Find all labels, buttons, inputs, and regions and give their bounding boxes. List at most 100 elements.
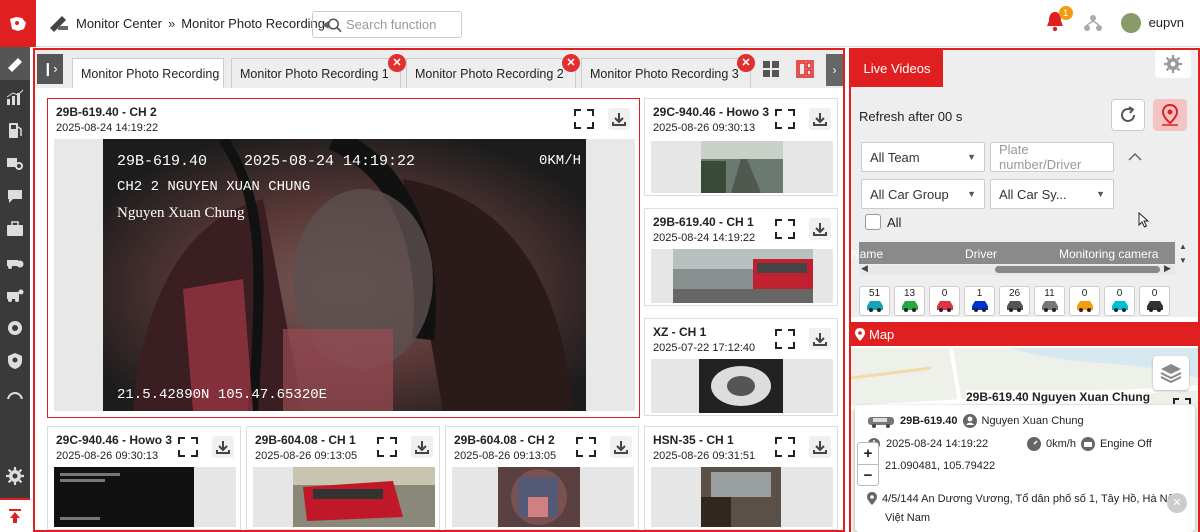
scroll-left-icon[interactable]: ◀ [861,263,868,274]
tab-live-videos[interactable]: Live Videos [851,50,943,87]
fullscreen-icon[interactable] [775,329,795,349]
zoom-in-button[interactable]: + [858,443,878,464]
status-filter-button[interactable]: 0 [1139,286,1170,316]
sidebar-item-security[interactable] [0,344,30,377]
camera-tile[interactable]: XZ - CH 1 2025-07-22 17:12:40 [644,318,838,416]
location-button[interactable] [1153,99,1187,131]
fullscreen-icon[interactable] [775,437,795,457]
download-button[interactable] [212,436,234,458]
close-info-button[interactable]: ✕ [1167,493,1187,513]
sidebar-item-reports[interactable] [0,80,30,113]
sidebar-toggle-button[interactable]: ❙› [37,54,63,84]
all-checkbox[interactable]: All [865,214,901,230]
close-tab-2-button[interactable]: ✕ [562,54,580,72]
focus-layout-button[interactable] [794,58,816,80]
download-button[interactable] [809,218,831,240]
tab-photo-recording-2[interactable]: Monitor Photo Recording 2 [406,58,576,88]
download-button[interactable] [809,108,831,130]
sidebar-item-monitor[interactable] [0,47,30,80]
map-layers-button[interactable] [1153,356,1189,390]
map-view[interactable]: 29B-619.40 Nguyen Xuan Chung 29B-619.40 … [851,348,1198,532]
notification-button[interactable]: 1 [1045,6,1073,35]
status-filter-button[interactable]: 1 [964,286,995,316]
camera-tile[interactable]: HSN-35 - CH 1 2025-08-26 09:31:51 [644,426,838,530]
panel-settings-button[interactable] [1155,50,1191,78]
camera-tile[interactable]: 29B-604.08 - CH 1 2025-08-26 09:13:05 [246,426,440,530]
tab-photo-recording[interactable]: Monitor Photo Recording [72,58,224,88]
app-logo[interactable] [0,0,36,47]
tab-scroll-right-button[interactable]: › [826,54,843,86]
monitor-center-icon [50,16,68,32]
column-name[interactable]: Name [851,247,883,261]
breadcrumb-root[interactable]: Monitor Center [76,16,162,31]
download-button[interactable] [809,436,831,458]
camera-title: 29B-604.08 - CH 1 [255,433,356,447]
close-tab-3-button[interactable]: ✕ [737,54,755,72]
fullscreen-icon[interactable] [574,109,594,129]
sidebar-item-messages[interactable] [0,179,30,212]
column-driver[interactable]: Driver [965,247,997,261]
camera-tile[interactable]: 29B-604.08 - CH 2 2025-08-26 09:13:05 [445,426,639,530]
tab-photo-recording-3[interactable]: Monitor Photo Recording 3 [581,58,751,88]
scroll-thumb[interactable] [995,266,1160,273]
download-button[interactable] [809,328,831,350]
zoom-out-button[interactable]: − [858,464,878,485]
car-group-select[interactable]: All Car Group ▼ [861,179,985,209]
checkbox-box[interactable] [865,214,881,230]
vehicle-time: 2025-08-24 14:19:22 [886,438,989,450]
camera-tile[interactable]: 29C-940.46 - Howo 3 2025-08-26 09:30:13 [644,98,838,196]
sidebar-item-tires[interactable] [0,311,30,344]
scroll-top-button[interactable] [0,498,30,532]
status-filter-button[interactable]: 11 [1034,286,1065,316]
fullscreen-icon[interactable] [775,219,795,239]
scroll-up-icon[interactable]: ▲ [1179,242,1187,251]
status-filter-button[interactable]: 0 [1069,286,1100,316]
camera-tile[interactable]: 29C-940.46 - Howo 3 2025-08-26 09:30:13 [47,426,241,530]
vertical-scrollbar[interactable]: ▲ ▼ [1177,242,1189,278]
sidebar-item-more[interactable] [0,377,30,410]
camera-tile[interactable]: 29B-619.40 - CH 1 2025-08-24 14:19:22 [644,208,838,306]
all-checkbox-label: All [887,214,902,230]
sidebar-item-fuel[interactable] [0,113,30,146]
status-count: 51 [868,288,881,299]
sidebar-item-vehicles[interactable] [0,245,30,278]
scroll-right-icon[interactable]: ▶ [1164,263,1171,274]
sidebar-item-maintenance[interactable] [0,278,30,311]
org-tree-icon[interactable] [1083,13,1103,33]
plate-driver-input[interactable]: Plate number/Driver [990,142,1114,172]
download-button[interactable] [411,436,433,458]
tab-photo-recording-1[interactable]: Monitor Photo Recording 1 [231,58,401,88]
search-input[interactable] [346,17,461,32]
camera-feed [253,467,435,527]
search-box[interactable] [312,11,462,38]
fullscreen-icon[interactable] [377,437,397,457]
fullscreen-icon[interactable] [775,109,795,129]
truck-repair-icon [7,289,24,302]
download-button[interactable] [608,108,630,130]
fullscreen-icon[interactable] [576,437,596,457]
status-filter-button[interactable]: 51 [859,286,890,316]
status-filter-button[interactable]: 13 [894,286,925,316]
sidebar-item-jobs[interactable] [0,212,30,245]
close-tab-1-button[interactable]: ✕ [388,54,406,72]
chevron-up-icon[interactable] [1128,152,1142,162]
sidebar-item-settings[interactable] [0,456,30,496]
user-menu[interactable]: eupvn [1120,12,1184,33]
status-filter-button[interactable]: 26 [999,286,1030,316]
fullscreen-icon[interactable] [178,437,198,457]
close-icon: ✕ [741,57,751,69]
car-system-select[interactable]: All Car Sy... ▼ [990,179,1114,209]
download-button[interactable] [610,436,632,458]
team-select[interactable]: All Team ▼ [861,142,985,172]
engine-icon [1080,437,1095,451]
scroll-down-icon[interactable]: ▼ [1179,256,1187,265]
column-camera[interactable]: Monitoring camera [1059,247,1158,261]
refresh-button[interactable] [1111,99,1145,131]
camera-tile-main[interactable]: 29B-619.40 - CH 2 2025-08-24 14:19:22 29… [47,98,640,418]
grid-layout-button[interactable] [760,58,782,80]
horizontal-scrollbar[interactable]: ◀ ▶ [859,263,1175,275]
vehicle-plate: 29B-619.40 [900,415,958,427]
sidebar-item-cargo[interactable] [0,146,30,179]
status-filter-button[interactable]: 0 [1104,286,1135,316]
status-filter-button[interactable]: 0 [929,286,960,316]
